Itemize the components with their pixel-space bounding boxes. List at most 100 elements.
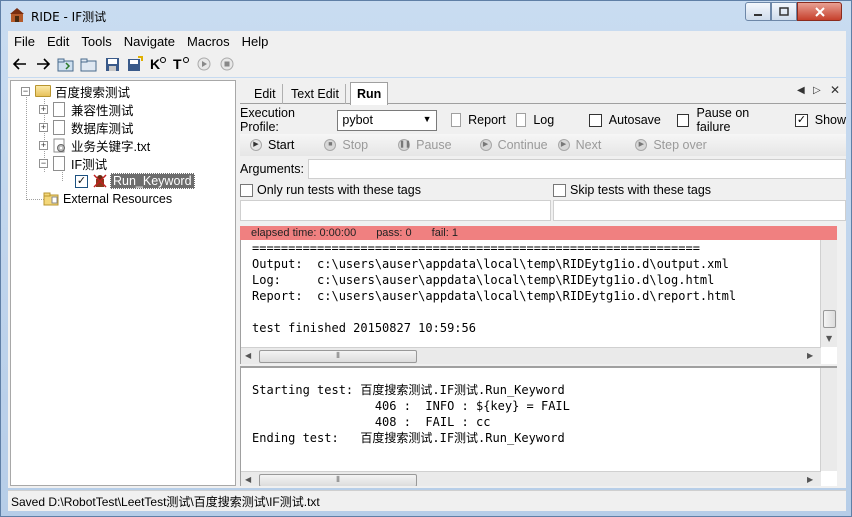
skip-tags-checkbox[interactable] [553,183,566,197]
ride-window: RIDE - IF测试 File Edit Tools Navigate Mac… [0,0,852,517]
scroll-left-icon[interactable]: ◀ [245,351,251,360]
menu-help[interactable]: Help [236,34,275,49]
tab-scroll-right-icon[interactable]: ▷ [813,85,821,96]
expand-icon[interactable]: + [39,122,48,132]
tree-node-label: 百度搜索测试 [55,85,131,100]
next-label: Next [575,138,602,152]
save-icon[interactable] [102,54,122,74]
scrollbar-thumb[interactable]: ⦀ [259,350,417,363]
tree-node-database[interactable]: + 数据库测试 [39,118,134,136]
close-button[interactable] [797,2,842,21]
only-run-tags-row: Only run tests with these tags [240,181,421,199]
back-arrow-icon[interactable] [10,54,30,74]
pause-on-failure-checkbox[interactable] [676,113,690,127]
scroll-down-icon[interactable]: ▼ [826,334,832,343]
tree-line [26,199,44,200]
step-over-button[interactable]: ▶ Step over [635,138,707,152]
log-link[interactable]: Log [533,113,554,127]
only-run-tags-label: Only run tests with these tags [257,183,421,197]
execution-profile-select[interactable]: pybot ▼ [337,109,437,131]
report-link[interactable]: Report [468,113,506,127]
maximize-button[interactable] [771,2,797,21]
scroll-right-icon[interactable]: ▶ [807,475,813,484]
toolbar: K T [8,51,846,77]
open-directory-icon[interactable] [79,54,99,74]
tree-node-external-resources[interactable]: External Resources [43,190,172,208]
stop-button[interactable]: ■ Stop [324,138,368,152]
tab-text-edit[interactable]: Text Edit [285,84,346,104]
tree-node-label: External Resources [63,192,173,206]
close-icon [814,6,825,17]
menu-edit[interactable]: Edit [41,34,75,49]
pause-icon: ❚❚ [398,139,411,151]
skip-tags-label: Skip tests with these tags [570,183,712,197]
tab-edit[interactable]: Edit [248,84,283,104]
autosave-checkbox[interactable] [589,113,602,127]
forward-arrow-icon[interactable] [33,54,53,74]
tree-node-if-test[interactable]: − IF测试 [39,154,107,172]
message-horizontal-scrollbar[interactable]: ◀ ⦀ ▶ [241,471,821,486]
log-doc-icon [515,113,527,127]
status-text: Saved D:\RobotTest\LeetTest测试\百度搜索测试\IF测… [11,494,320,509]
output-console[interactable]: ========================================… [240,240,837,364]
tree-node-label: 兼容性测试 [71,103,134,118]
skip-tags-input[interactable] [553,200,846,221]
file-icon [53,119,65,135]
save-all-icon[interactable] [125,54,145,74]
tree-node-compat[interactable]: + 兼容性测试 [39,100,134,118]
tree-node-business-keywords[interactable]: + 业务关键字.txt [39,136,150,154]
ride-app-icon [10,8,24,22]
svg-text:K: K [150,56,160,72]
scroll-right-icon[interactable]: ▶ [807,351,813,360]
scrollbar-thumb[interactable] [823,310,836,328]
step-over-label: Step over [653,138,707,152]
start-button[interactable]: ▶ Start [250,138,294,152]
robot-test-icon [93,174,107,188]
autosave-label: Autosave [608,113,661,127]
show-label: Show [814,113,847,127]
menu-tools[interactable]: Tools [75,34,117,49]
open-suite-icon[interactable] [56,54,76,74]
collapse-icon[interactable]: − [39,158,48,168]
menu-bar: File Edit Tools Navigate Macros Help [8,31,846,51]
run-icon[interactable] [194,54,214,74]
show-checkbox[interactable]: ✓ [795,113,808,127]
fail-count: fail: 1 [431,227,458,239]
search-tests-icon[interactable]: T [171,54,191,74]
output-horizontal-scrollbar[interactable]: ◀ ⦀ ▶ [241,347,821,364]
output-vertical-scrollbar[interactable]: ▼ [820,240,837,347]
tab-close-icon[interactable]: ✕ [830,83,840,97]
run-status-bar: elapsed time: 0:00:00 pass: 0 fail: 1 [240,226,837,240]
output-console-text: ========================================… [252,241,737,335]
scroll-left-icon[interactable]: ◀ [245,475,251,484]
pause-button[interactable]: ❚❚ Pause [398,138,452,152]
expand-icon[interactable]: + [39,140,48,150]
title-bar: RIDE - IF测试 [1,1,851,31]
scrollbar-thumb[interactable]: ⦀ [259,474,417,486]
only-run-tags-checkbox[interactable] [240,183,253,197]
arguments-input[interactable] [307,159,846,179]
tab-run[interactable]: Run [350,82,389,105]
collapse-icon[interactable]: − [21,86,30,96]
only-run-tags-input[interactable] [240,200,551,221]
maximize-icon [779,6,789,16]
next-button[interactable]: ▶ Next [557,138,602,152]
test-checkbox[interactable]: ✓ [75,174,88,188]
minimize-button[interactable] [745,2,771,21]
stop-label: Stop [342,138,369,152]
tab-scroll-left-icon[interactable]: ◀ [797,85,805,96]
stop-icon[interactable] [217,54,237,74]
suite-tree: − 百度搜索测试 + 兼容性测试 + 数据库测试 + 业务关键字.txt − I… [10,80,236,486]
menu-file[interactable]: File [8,34,41,49]
search-keywords-icon[interactable]: K [148,54,168,74]
menu-navigate[interactable]: Navigate [118,34,181,49]
window-title: RIDE - IF测试 [31,10,107,24]
continue-button[interactable]: ▶ Continue [479,138,548,152]
expand-icon[interactable]: + [39,104,48,114]
message-vertical-scrollbar[interactable] [820,368,837,471]
menu-macros[interactable]: Macros [181,34,236,49]
skip-tags-row: Skip tests with these tags [553,181,711,199]
tree-node-run-keyword[interactable]: ✓ Run_Keyword [75,172,195,190]
tree-node-root[interactable]: − 百度搜索测试 [21,82,130,100]
message-console[interactable]: Starting test: 百度搜索测试.IF测试.Run_Keyword 4… [240,366,837,486]
